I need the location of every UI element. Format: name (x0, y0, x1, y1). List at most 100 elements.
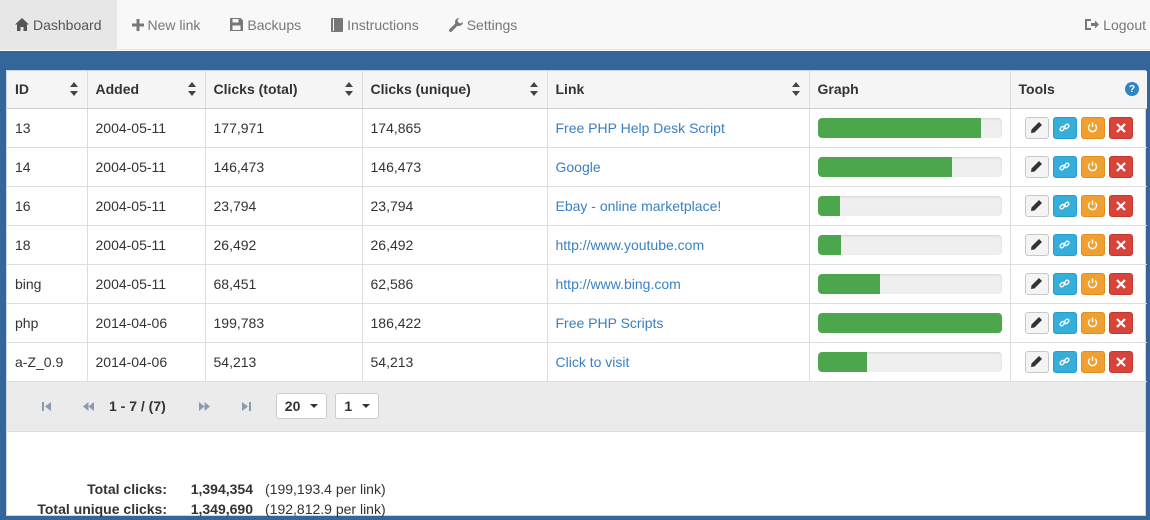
click-graph-fill (817, 156, 952, 177)
reset-button[interactable] (1080, 155, 1105, 178)
edit-button[interactable] (1024, 311, 1049, 334)
cell-graph (809, 342, 1011, 382)
link-icon (1059, 317, 1070, 328)
close-icon (1115, 317, 1126, 328)
cell-tools (1010, 225, 1147, 265)
click-graph-fill (817, 312, 1002, 333)
cell-id: 18 (7, 225, 88, 265)
click-graph-fill (817, 117, 982, 138)
cell-link: Free PHP Help Desk Script (547, 108, 810, 148)
click-graph-bar (817, 156, 1002, 177)
prev-page-button[interactable] (67, 401, 109, 411)
link-anchor[interactable]: http://www.youtube.com (556, 237, 705, 253)
pencil-icon (1031, 161, 1043, 172)
table-body: 13 2004-05-11 177,971 174,865 Free PHP Help … (7, 108, 1147, 382)
total-clicks-row: Total clicks: 1,394,354 (199,193.4 per l… (7, 479, 386, 499)
link-anchor[interactable]: Google (556, 159, 601, 175)
header-graph-label: Graph (817, 81, 859, 98)
home-icon (15, 18, 29, 31)
header-added[interactable]: Added (87, 71, 206, 109)
link-button[interactable] (1052, 233, 1077, 256)
cell-added: 2004-05-11 (87, 225, 206, 265)
cell-added: 2014-04-06 (87, 342, 206, 382)
cell-graph (809, 108, 1011, 148)
delete-button[interactable] (1108, 116, 1133, 139)
cell-tools (1010, 186, 1147, 226)
header-tools: Tools? (1010, 71, 1147, 109)
power-icon (1087, 278, 1098, 289)
pencil-icon (1031, 317, 1043, 328)
reset-button[interactable] (1080, 272, 1105, 295)
page-value: 1 (344, 398, 353, 414)
header-clicks-unique[interactable]: Clicks (unique) (362, 71, 548, 109)
page-size-select[interactable]: 20 (275, 393, 328, 419)
cell-id: a-Z_0.9 (7, 342, 88, 382)
delete-button[interactable] (1108, 311, 1133, 334)
sort-icon (791, 82, 801, 97)
cell-added: 2014-04-06 (87, 303, 206, 343)
link-anchor[interactable]: Free PHP Scripts (556, 315, 664, 331)
delete-button[interactable] (1108, 272, 1133, 295)
delete-button[interactable] (1108, 194, 1133, 217)
nav-logout[interactable]: Logout (1070, 0, 1150, 49)
header-id-label: ID (15, 81, 29, 98)
link-anchor[interactable]: Free PHP Help Desk Script (556, 120, 725, 136)
total-clicks-label: Total clicks: (87, 481, 167, 497)
nav-new-link[interactable]: New link (117, 0, 216, 49)
first-page-button[interactable] (25, 401, 67, 411)
delete-button[interactable] (1108, 233, 1133, 256)
edit-button[interactable] (1024, 272, 1049, 295)
reset-button[interactable] (1080, 194, 1105, 217)
link-button[interactable] (1052, 194, 1077, 217)
pencil-icon (1031, 356, 1043, 367)
header-clicks-total[interactable]: Clicks (total) (205, 71, 363, 109)
cell-link: http://www.youtube.com (547, 225, 810, 265)
edit-button[interactable] (1024, 155, 1049, 178)
pencil-icon (1031, 278, 1043, 289)
power-icon (1087, 356, 1098, 367)
reset-button[interactable] (1080, 233, 1105, 256)
header-link[interactable]: Link (547, 71, 810, 109)
nav-backups-label: Backups (247, 16, 302, 33)
delete-button[interactable] (1108, 350, 1133, 373)
link-button[interactable] (1052, 311, 1077, 334)
cell-tools (1010, 342, 1147, 382)
cell-id: 14 (7, 147, 88, 187)
book-icon (331, 17, 344, 32)
links-table: ID Added Clicks (total) Clicks (unique) … (7, 71, 1147, 382)
last-page-icon (242, 401, 252, 411)
nav-instructions[interactable]: Instructions (316, 0, 434, 49)
reset-button[interactable] (1080, 116, 1105, 139)
header-id[interactable]: ID (7, 71, 88, 109)
link-anchor[interactable]: Ebay - online marketplace! (556, 198, 722, 214)
edit-button[interactable] (1024, 350, 1049, 373)
click-graph-bar (817, 195, 1002, 216)
nav-right: Logout (1070, 0, 1150, 49)
help-icon[interactable]: ? (1125, 82, 1139, 97)
reset-button[interactable] (1080, 350, 1105, 373)
click-graph-fill (817, 351, 868, 372)
link-anchor[interactable]: Click to visit (556, 354, 630, 370)
cell-clicks-total: 199,783 (205, 303, 363, 343)
link-anchor[interactable]: http://www.bing.com (556, 276, 681, 292)
link-button[interactable] (1052, 116, 1077, 139)
nav-dashboard[interactable]: Dashboard (0, 0, 117, 49)
link-button[interactable] (1052, 272, 1077, 295)
cell-graph (809, 225, 1011, 265)
power-icon (1087, 122, 1098, 133)
last-page-button[interactable] (226, 401, 268, 411)
page-select[interactable]: 1 (335, 393, 380, 419)
link-button[interactable] (1052, 350, 1077, 373)
nav-settings[interactable]: Settings (434, 0, 533, 49)
next-page-button[interactable] (184, 401, 226, 411)
click-graph-fill (817, 195, 840, 216)
reset-button[interactable] (1080, 311, 1105, 334)
header-link-label: Link (555, 81, 585, 98)
edit-button[interactable] (1024, 194, 1049, 217)
table-row: 18 2004-05-11 26,492 26,492 http://www.youtu… (7, 225, 1147, 265)
edit-button[interactable] (1024, 233, 1049, 256)
link-button[interactable] (1052, 155, 1077, 178)
delete-button[interactable] (1108, 155, 1133, 178)
nav-backups[interactable]: Backups (215, 0, 316, 49)
edit-button[interactable] (1024, 116, 1049, 139)
